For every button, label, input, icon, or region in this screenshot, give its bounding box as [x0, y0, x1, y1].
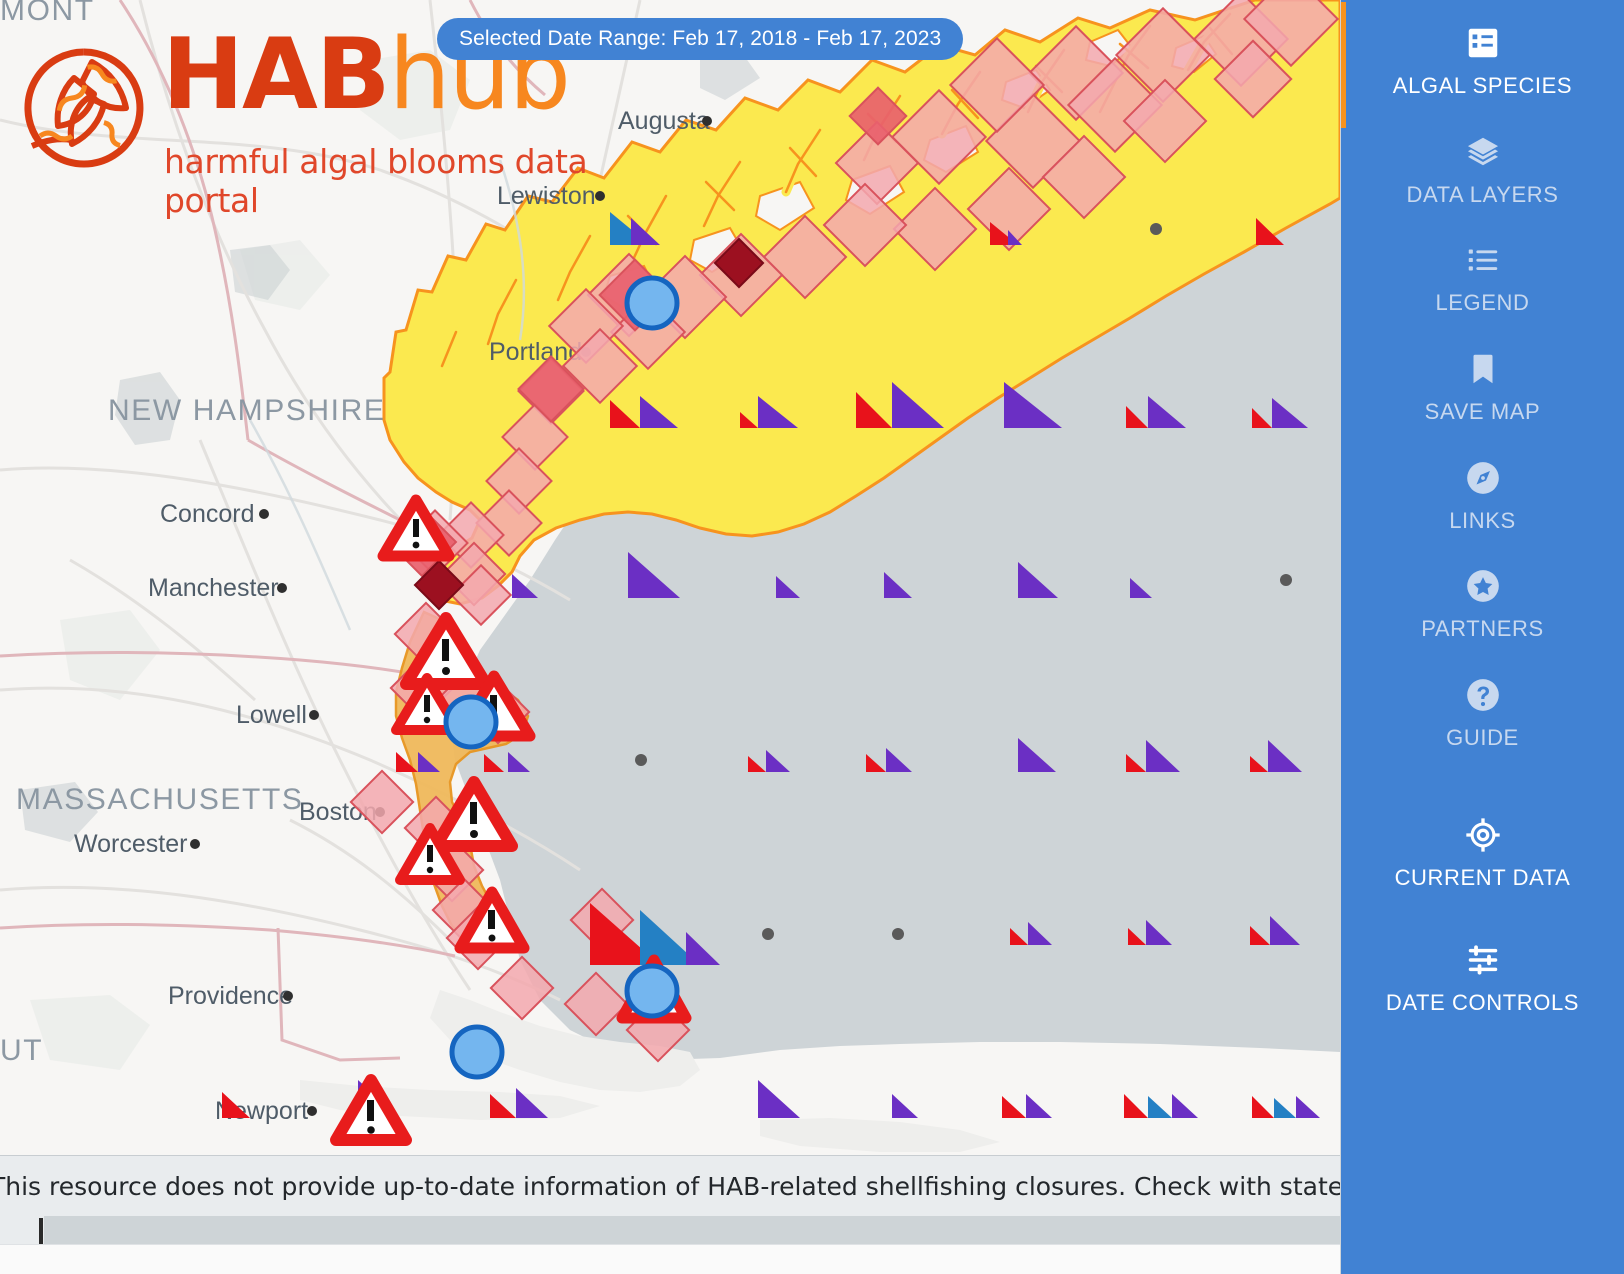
question-circle-icon — [1464, 672, 1502, 718]
list-icon — [1464, 237, 1502, 283]
station-dot — [1150, 223, 1162, 235]
sidebar-item-label: LEGEND — [1435, 290, 1530, 316]
sidebar-item-label: PARTNERS — [1421, 616, 1544, 642]
logo-text-hab: HAB — [162, 18, 391, 132]
state-label-new-hampshire: NEW HAMPSHIRE — [108, 394, 386, 427]
city-label-manchester: Manchester — [148, 574, 279, 602]
city-label-lowell: Lowell — [236, 701, 307, 729]
station-dot — [1280, 574, 1292, 586]
station-dot — [892, 928, 904, 940]
state-label-massachusetts: MASSACHUSETTS — [16, 783, 304, 816]
star-circle-icon — [1464, 563, 1502, 609]
sidebar-item-date-controls[interactable]: DATE CONTROLS — [1341, 937, 1624, 1016]
sidebar-item-save-map[interactable]: SAVE MAP — [1341, 346, 1624, 425]
crosshair-icon — [1463, 812, 1503, 858]
sidebar-item-label: DATA LAYERS — [1406, 181, 1559, 207]
station-dot — [635, 754, 647, 766]
sidebar-item-current-data[interactable]: CURRENT DATA — [1341, 812, 1624, 891]
sidebar-item-label: ALGAL SPECIES — [1392, 73, 1573, 98]
city-label-concord: Concord — [160, 500, 255, 528]
active-indicator-bar — [1341, 2, 1346, 128]
selected-date-range-badge[interactable]: Selected Date Range: Feb 17, 2018 - Feb … — [437, 18, 964, 60]
sidebar-item-legend[interactable]: LEGEND — [1341, 237, 1624, 316]
page-bottom-bar — [0, 1244, 1340, 1274]
sidebar-item-guide[interactable]: GUIDE — [1341, 672, 1624, 751]
sliders-icon — [1464, 937, 1502, 983]
station-dot — [762, 928, 774, 940]
disclaimer-scroll-track[interactable] — [44, 1216, 1340, 1244]
city-label-providence: Providence — [168, 982, 293, 1010]
city-label-worcester: Worcester — [74, 830, 187, 858]
sidebar-item-data-layers[interactable]: DATA LAYERS — [1341, 129, 1624, 208]
text-caret — [39, 1218, 43, 1244]
layers-icon — [1464, 129, 1502, 175]
compass-icon — [1464, 455, 1502, 501]
state-label-vermont: MONT — [0, 0, 95, 27]
right-sidebar-nav[interactable]: ALGAL SPECIES DATA LAYERS LEGEND SAVE MA… — [1340, 0, 1624, 1274]
disclaimer-text: This resource does not provide up-to-dat… — [0, 1172, 1340, 1201]
disclaimer-banner: This resource does not provide up-to-dat… — [0, 1155, 1340, 1244]
sidebar-item-label: LINKS — [1449, 507, 1516, 533]
sidebar-item-algal-species[interactable]: ALGAL SPECIES — [1341, 2, 1624, 128]
sidebar-item-label: CURRENT DATA — [1394, 865, 1571, 891]
sidebar-item-partners[interactable]: PARTNERS — [1341, 563, 1624, 642]
species-list-icon — [1464, 20, 1502, 66]
logo-tagline: harmful algal blooms data portal — [164, 142, 588, 220]
sidebar-item-label: SAVE MAP — [1424, 398, 1541, 424]
sidebar-item-links[interactable]: LINKS — [1341, 455, 1624, 534]
state-label-connecticut: UT — [0, 1034, 43, 1067]
bookmark-icon — [1464, 346, 1502, 392]
sidebar-item-label: DATE CONTROLS — [1385, 990, 1580, 1015]
city-label-augusta: Augusta — [618, 107, 710, 135]
habhub-logo-mark — [24, 48, 144, 168]
sidebar-item-label: GUIDE — [1446, 724, 1519, 750]
habhub-map-application: MONT NEW HAMPSHIRE MASSACHUSETTS UT Augu… — [0, 0, 1624, 1274]
